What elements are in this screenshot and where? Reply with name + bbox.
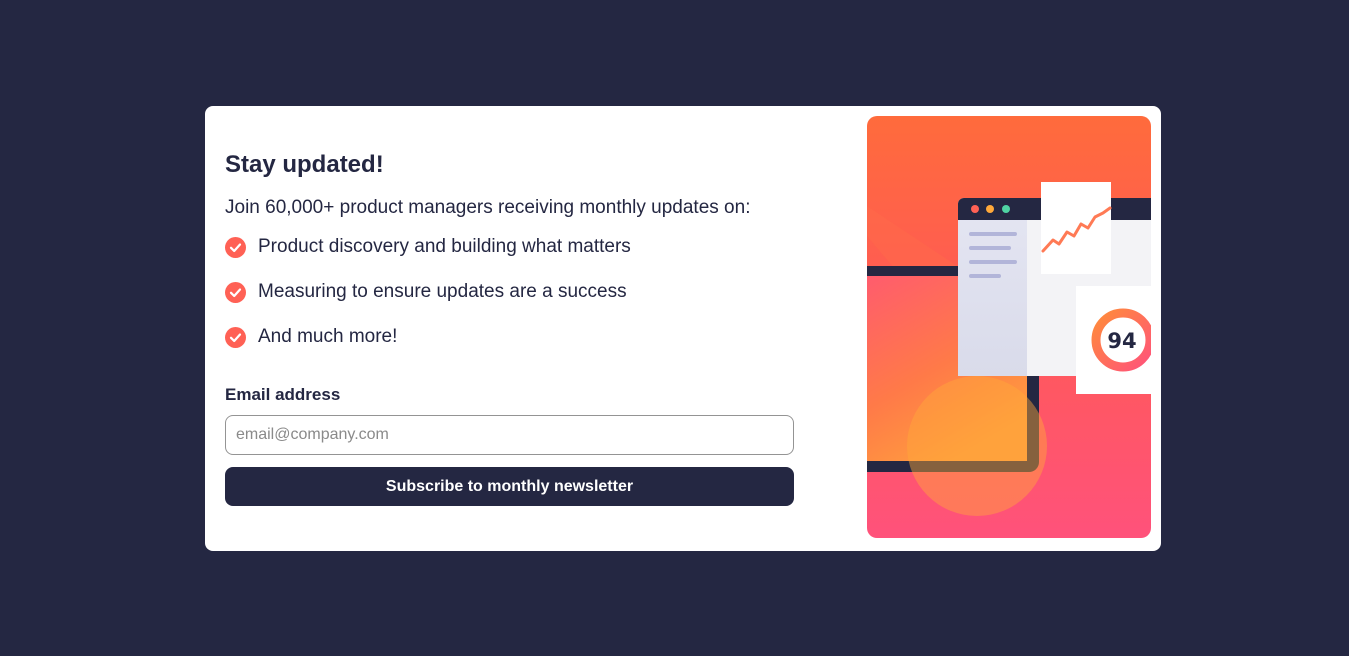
sidebar-line xyxy=(969,232,1017,236)
check-icon xyxy=(225,281,246,303)
check-icon xyxy=(225,326,246,348)
intro-text: Join 60,000+ product managers receiving … xyxy=(225,197,751,218)
feature-item: Product discovery and building what matt… xyxy=(225,235,631,259)
score-value: 94 xyxy=(1107,329,1136,353)
window-dot-green xyxy=(1002,205,1010,213)
signup-card: Stay updated! Join 60,000+ product manag… xyxy=(205,106,1161,551)
subscribe-button[interactable]: Subscribe to monthly newsletter xyxy=(225,467,794,506)
window-dot-yellow xyxy=(986,205,994,213)
sidebar-line xyxy=(969,246,1011,250)
feature-item: And much more! xyxy=(225,325,397,349)
email-label: Email address xyxy=(225,385,341,404)
hero-illustration: 94 xyxy=(867,116,1151,538)
tablet-screen-circle xyxy=(907,376,1047,516)
page-title: Stay updated! xyxy=(225,151,384,178)
feature-text: And much more! xyxy=(258,326,398,347)
email-field[interactable] xyxy=(225,415,794,455)
check-icon xyxy=(225,236,246,258)
feature-text: Measuring to ensure updates are a succes… xyxy=(258,281,627,302)
feature-text: Product discovery and building what matt… xyxy=(258,236,631,257)
illustration: 94 xyxy=(867,116,1151,538)
window-dot-red xyxy=(971,205,979,213)
sidebar-line xyxy=(969,260,1017,264)
chart-card xyxy=(1041,182,1111,274)
sidebar-line xyxy=(969,274,1001,278)
feature-item: Measuring to ensure updates are a succes… xyxy=(225,280,627,304)
